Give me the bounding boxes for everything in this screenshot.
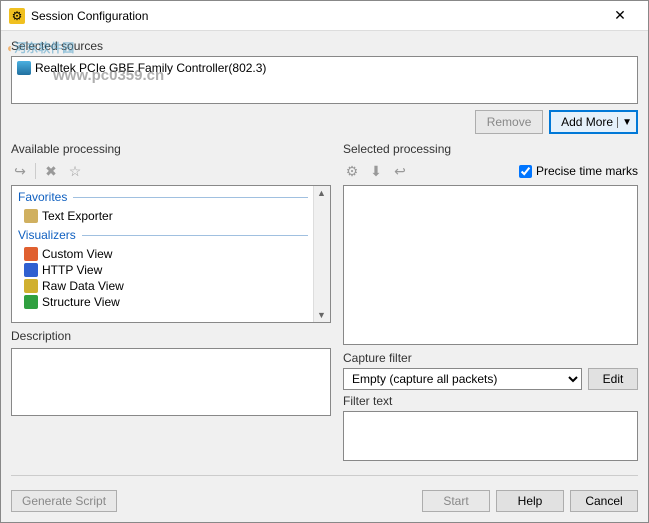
back-icon: ↩ — [391, 162, 409, 180]
content-area: ◐河东软件园 www.pc0359.cn Selected sources Re… — [1, 31, 648, 490]
delete-icon: ✖ — [42, 162, 60, 180]
structure-view-icon — [24, 295, 38, 309]
scrollbar[interactable] — [313, 186, 330, 322]
toolbar-separator — [35, 163, 36, 179]
source-item[interactable]: Realtek PCIe GBE Family Controller(802.3… — [15, 60, 634, 76]
group-label: Favorites — [18, 190, 67, 204]
nic-icon — [17, 61, 31, 75]
selected-toolbar: ⚙ ⬇ ↩ Precise time marks — [343, 159, 638, 183]
text-exporter-icon — [24, 209, 38, 223]
capture-filter-select[interactable]: Empty (capture all packets) — [343, 368, 582, 390]
list-item[interactable]: Custom View — [12, 246, 330, 262]
raw-data-view-icon — [24, 279, 38, 293]
available-processing-list[interactable]: Favorites ㅅ Text Exporter Visualizers ㅅ … — [11, 185, 331, 323]
footer: Generate Script Start Help Cancel — [1, 490, 648, 522]
selected-sources-list[interactable]: Realtek PCIe GBE Family Controller(802.3… — [11, 56, 638, 104]
group-header-visualizers[interactable]: Visualizers ㅅ — [12, 224, 330, 246]
list-item[interactable]: HTTP View — [12, 262, 330, 278]
custom-view-icon — [24, 247, 38, 261]
filter-text-label: Filter text — [343, 394, 638, 408]
list-item-label: Structure View — [42, 295, 120, 309]
window-title: Session Configuration — [31, 9, 600, 23]
close-button[interactable]: ✕ — [600, 7, 640, 24]
add-more-button[interactable]: Add More ▼ — [549, 110, 638, 134]
list-item-label: Text Exporter — [42, 209, 113, 223]
source-item-label: Realtek PCIe GBE Family Controller(802.3… — [35, 61, 266, 75]
generate-script-button: Generate Script — [11, 490, 117, 512]
capture-filter-label: Capture filter — [343, 351, 638, 365]
available-processing-label: Available processing — [11, 142, 331, 156]
forward-icon: ↪ — [11, 162, 29, 180]
add-more-label: Add More — [561, 115, 613, 129]
precise-time-marks-check[interactable]: Precise time marks — [519, 164, 638, 178]
list-item[interactable]: Raw Data View — [12, 278, 330, 294]
edit-button[interactable]: Edit — [588, 368, 638, 390]
remove-button: Remove — [475, 110, 543, 134]
description-label: Description — [11, 329, 331, 343]
http-view-icon — [24, 263, 38, 277]
group-header-favorites[interactable]: Favorites ㅅ — [12, 186, 330, 208]
selected-processing-list[interactable] — [343, 185, 638, 345]
selected-sources-label: Selected sources — [11, 39, 638, 53]
titlebar: ⚙ Session Configuration ✕ — [1, 1, 648, 31]
list-item-label: Raw Data View — [42, 279, 124, 293]
separator — [11, 475, 638, 476]
precise-checkbox[interactable] — [519, 165, 532, 178]
list-item-label: HTTP View — [42, 263, 102, 277]
group-label: Visualizers — [18, 228, 76, 242]
gear-icon: ⚙ — [343, 162, 361, 180]
cancel-button[interactable]: Cancel — [570, 490, 638, 512]
list-item[interactable]: Text Exporter — [12, 208, 330, 224]
precise-label: Precise time marks — [536, 164, 638, 178]
down-icon: ⬇ — [367, 162, 385, 180]
dropdown-arrow-icon[interactable]: ▼ — [617, 117, 632, 128]
description-box — [11, 348, 331, 416]
help-button[interactable]: Help — [496, 490, 564, 512]
filter-text-box — [343, 411, 638, 461]
list-item[interactable]: Structure View — [12, 294, 330, 310]
available-toolbar: ↪ ✖ ☆ — [11, 159, 331, 183]
start-button: Start — [422, 490, 490, 512]
list-item-label: Custom View — [42, 247, 112, 261]
favorite-icon: ☆ — [66, 162, 84, 180]
app-icon: ⚙ — [9, 8, 25, 24]
selected-processing-label: Selected processing — [343, 142, 638, 156]
